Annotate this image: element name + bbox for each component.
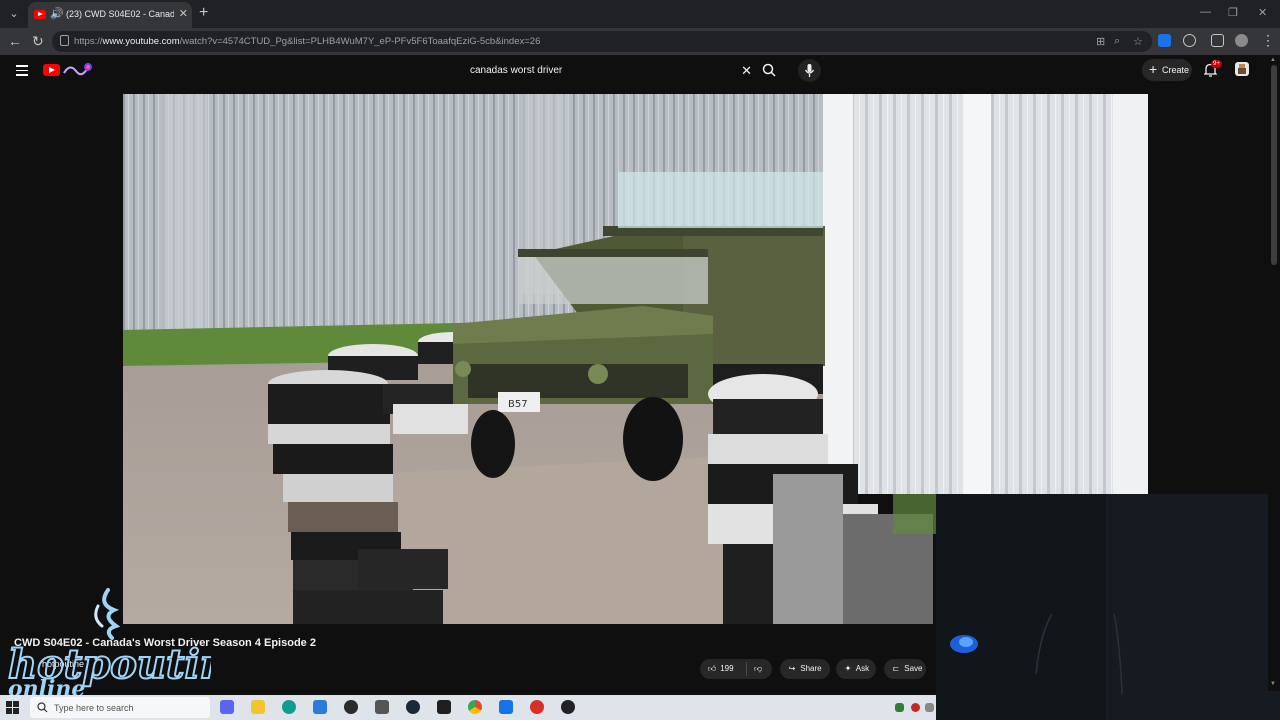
voice-search-button[interactable] xyxy=(798,59,821,82)
taskbar-search-box[interactable]: Type here to search xyxy=(30,697,210,718)
browser-toolbar: ← ↻ https://www.youtube.com/watch?v=4574… xyxy=(0,28,1280,55)
notification-badge: 9+ xyxy=(1211,60,1222,68)
youtube-logo-icon[interactable] xyxy=(43,64,60,76)
search-input[interactable]: canadas worst driver xyxy=(470,65,562,76)
account-avatar[interactable] xyxy=(1235,62,1249,76)
discord-icon[interactable] xyxy=(220,700,234,714)
address-bar[interactable]: https://www.youtube.com/watch?v=4574CTUD… xyxy=(52,31,1152,52)
minimize-icon[interactable]: — xyxy=(1200,6,1211,18)
microphone-icon xyxy=(804,64,815,77)
tray-icon-gray[interactable] xyxy=(925,703,934,712)
sparkle-icon: ✦ xyxy=(844,664,852,673)
video-title: CWD S04E02 - Canada's Worst Driver Seaso… xyxy=(14,637,316,649)
scroll-thumb[interactable] xyxy=(1271,65,1277,265)
scroll-down-icon[interactable]: ▼ xyxy=(1270,681,1276,687)
screen: ⌄ 🔊 (23) CWD S04E02 - Canada's ✕ + — ❐ ✕… xyxy=(0,0,1280,720)
guide-menu-icon[interactable] xyxy=(16,65,28,79)
thumbs-up-icon[interactable]: 👍︎ xyxy=(706,659,718,679)
app-icon-dark[interactable] xyxy=(437,700,451,714)
sidebar-icon[interactable] xyxy=(1211,34,1224,47)
youtube-doodle-icon[interactable] xyxy=(62,61,94,77)
browser-menu-icon[interactable]: ⋮ xyxy=(1261,32,1275,49)
chrome-icon[interactable] xyxy=(468,700,482,714)
bookmark-star-icon[interactable]: ☆ xyxy=(1133,35,1143,48)
share-icon: ↪ xyxy=(788,664,796,673)
thumbs-down-icon[interactable]: 👎︎ xyxy=(752,659,764,679)
app-icon-blue[interactable] xyxy=(313,700,327,714)
tab-title: (23) CWD S04E02 - Canada's xyxy=(66,9,174,19)
webcam-overlay xyxy=(936,494,1280,720)
taskbar-search-icon xyxy=(37,702,48,713)
obs-icon[interactable] xyxy=(344,700,358,714)
app-icon-black[interactable] xyxy=(561,700,575,714)
like-count[interactable]: 199 xyxy=(720,664,733,673)
maximize-icon[interactable]: ❐ xyxy=(1228,6,1238,19)
tray-icon-red[interactable] xyxy=(911,703,920,712)
edge-icon[interactable] xyxy=(282,700,296,714)
audio-playing-icon[interactable]: 🔊 xyxy=(50,7,64,20)
share-label: Share xyxy=(800,664,822,673)
ask-label: Ask xyxy=(855,664,870,673)
app-icon-blue-2[interactable] xyxy=(499,700,513,714)
plus-icon: + xyxy=(1149,61,1158,77)
file-explorer-icon[interactable] xyxy=(251,700,265,714)
youtube-masthead: canadas worst driver ✕ + Create 9+ xyxy=(0,55,1280,87)
settings-gear-icon[interactable] xyxy=(375,700,389,714)
window-close-icon[interactable]: ✕ xyxy=(1258,6,1267,19)
create-button[interactable]: + Create xyxy=(1142,59,1192,81)
site-info-icon[interactable] xyxy=(60,35,69,46)
share-button[interactable]: ↪ Share xyxy=(780,659,830,679)
reload-icon[interactable]: ↻ xyxy=(32,33,44,50)
tab-close-icon[interactable]: ✕ xyxy=(179,7,188,20)
zoom-icon[interactable]: ⌕ xyxy=(1114,35,1120,48)
install-app-icon[interactable]: ⊞ xyxy=(1096,35,1105,48)
svg-text:B57: B57 xyxy=(508,399,528,410)
save-bookmark-icon: ⊏ xyxy=(892,664,900,673)
save-label: Save xyxy=(904,664,923,673)
url-text[interactable]: https://www.youtube.com/watch?v=4574CTUD… xyxy=(74,36,540,47)
windows-start-icon[interactable] xyxy=(6,701,19,714)
profile-avatar-icon[interactable] xyxy=(1235,34,1248,47)
clear-search-icon[interactable]: ✕ xyxy=(741,63,752,79)
search-box[interactable]: canadas worst driver ✕ xyxy=(458,59,758,82)
taskbar-search-placeholder: Type here to search xyxy=(54,703,134,713)
new-tab-icon[interactable]: + xyxy=(199,4,208,22)
browser-tab-active[interactable]: 🔊 (23) CWD S04E02 - Canada's ✕ xyxy=(28,2,192,28)
back-icon[interactable]: ← xyxy=(8,33,22,49)
webcam-image xyxy=(936,494,1280,720)
extensions-puzzle-icon[interactable] xyxy=(1183,34,1196,47)
browser-tab-strip: ⌄ 🔊 (23) CWD S04E02 - Canada's ✕ + — ❐ ✕ xyxy=(0,0,1280,28)
app-icon-red[interactable] xyxy=(530,700,544,714)
youtube-favicon-icon xyxy=(34,10,46,19)
scroll-up-icon[interactable]: ▲ xyxy=(1270,57,1276,63)
create-label: Create xyxy=(1162,65,1190,75)
channel-name[interactable]: hotpoutine xyxy=(42,659,84,669)
tab-search-icon[interactable]: ⌄ xyxy=(4,4,24,24)
page-scrollbar[interactable]: ▲ ▼ xyxy=(1268,55,1280,691)
save-button[interactable]: ⊏ Save xyxy=(884,659,926,679)
steam-icon[interactable] xyxy=(406,700,420,714)
tray-icon-green[interactable] xyxy=(895,703,904,712)
extension-icon[interactable] xyxy=(1158,34,1171,47)
windows-taskbar: Type here to search xyxy=(0,695,936,720)
svg-text:online: online xyxy=(8,676,85,696)
ask-button[interactable]: ✦ Ask xyxy=(836,659,876,679)
search-icon[interactable] xyxy=(762,63,776,77)
like-dislike-group: 👍︎ 199 👎︎ xyxy=(700,659,772,679)
